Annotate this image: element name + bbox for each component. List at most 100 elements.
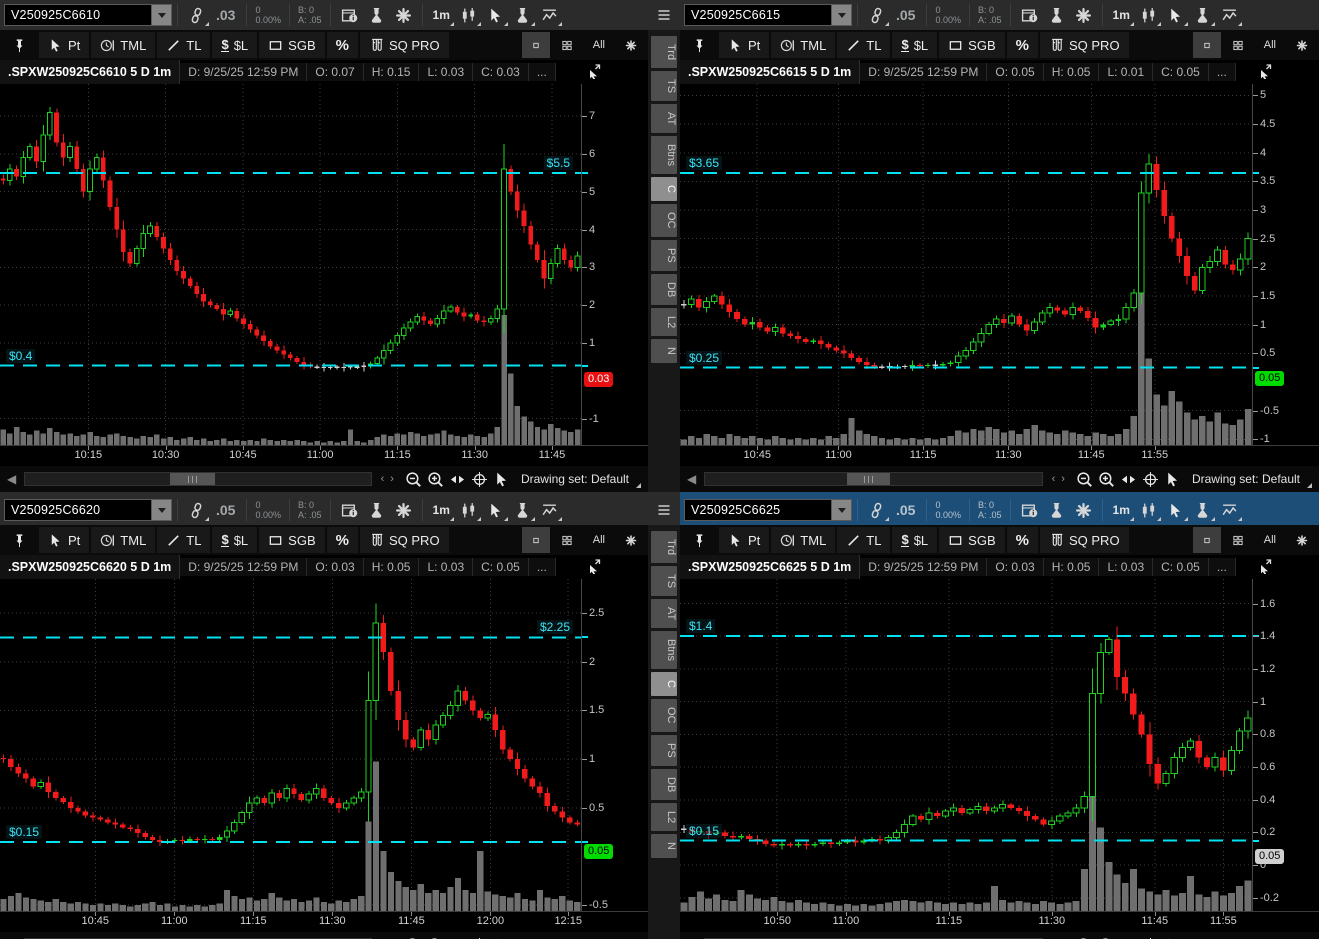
studies-flask-button[interactable] (509, 2, 536, 28)
sidebar-tab-db[interactable]: DB (651, 274, 677, 305)
chart-type-button[interactable] (1135, 497, 1162, 523)
pointer-tool-button[interactable]: Pt (39, 32, 89, 58)
grid-layout-button[interactable] (552, 32, 582, 58)
all-button[interactable]: All (1255, 32, 1285, 58)
sidebar-tab-ps[interactable]: PS (651, 735, 677, 766)
panel-menu-icon[interactable] (648, 495, 680, 525)
price-level-tool-button[interactable]: $$L (212, 527, 257, 553)
chart-type-button[interactable] (455, 497, 482, 523)
pan-arrows[interactable]: ‹› (377, 473, 400, 485)
candlestick-chart[interactable]: $5.5$0.4 (0, 84, 582, 445)
cursor-mode-icon[interactable] (1257, 558, 1273, 577)
symbol-input[interactable]: V250925C6615 (684, 4, 832, 26)
settings-star-icon[interactable] (1070, 2, 1097, 28)
all-button[interactable]: All (1255, 527, 1285, 553)
interval-button[interactable]: 1m (1108, 497, 1135, 523)
symbol-input[interactable]: V250925C6625 (684, 499, 832, 521)
interval-button[interactable]: 1m (428, 497, 455, 523)
sq-pro-button[interactable]: SQ PRO (360, 32, 449, 58)
all-button[interactable]: All (584, 527, 614, 553)
resize-corner-icon[interactable] (636, 483, 641, 488)
zoom-in-icon[interactable] (427, 471, 444, 488)
link-chain-icon[interactable] (863, 2, 890, 28)
percent-tool-button[interactable]: % (1007, 527, 1038, 553)
timeline-tool-button[interactable]: TML (91, 527, 155, 553)
trendline-tool-button[interactable]: TL (157, 527, 210, 553)
time-axis[interactable]: 10:4511:0011:1511:3011:4512:0012:15 (0, 912, 648, 932)
all-button[interactable]: All (584, 32, 614, 58)
price-level-tool-button[interactable]: $$L (892, 527, 937, 553)
link-chain-icon[interactable] (183, 2, 210, 28)
sidebar-tab-l2[interactable]: L2 (651, 803, 677, 831)
scroll-left-arrow[interactable]: ◀ (4, 472, 19, 486)
studies-flask-button[interactable] (1189, 497, 1216, 523)
grid-layout-button[interactable] (1223, 527, 1253, 553)
sgb-tool-button[interactable]: SGB (259, 527, 324, 553)
interval-button[interactable]: 1m (1108, 2, 1135, 28)
price-level-tool-button[interactable]: $$L (892, 32, 937, 58)
sq-pro-button[interactable]: SQ PRO (360, 527, 449, 553)
timeline-tool-button[interactable]: TML (91, 32, 155, 58)
zoom-out-icon[interactable] (1076, 471, 1093, 488)
drawing-set-label[interactable]: Drawing set: Default (1192, 472, 1300, 486)
grid-layout-button[interactable] (552, 527, 582, 553)
sq-pro-button[interactable]: SQ PRO (1040, 527, 1129, 553)
symbol-dropdown-button[interactable] (832, 499, 852, 521)
sidebar-tab-ts[interactable]: TS (651, 71, 677, 101)
time-axis[interactable]: 10:1510:3010:4511:0011:1511:3011:45 (0, 446, 648, 466)
sgb-tool-button[interactable]: SGB (939, 527, 1004, 553)
studies-flask-button[interactable] (1189, 2, 1216, 28)
toolbar-settings-button[interactable] (616, 32, 646, 58)
link-chain-icon[interactable] (863, 497, 890, 523)
symbol-dropdown-button[interactable] (152, 4, 172, 26)
sidebar-tab-at[interactable]: AT (651, 104, 677, 133)
price-axis[interactable]: -0.50.511.522.50.05 (582, 579, 648, 911)
chart-scrollbar[interactable] (24, 472, 371, 486)
symbol-input[interactable]: V250925C6610 (4, 4, 152, 26)
pan-arrows[interactable]: ‹› (1048, 473, 1071, 485)
price-axis[interactable]: -112345670.03 (582, 84, 648, 445)
timeline-tool-button[interactable]: TML (771, 527, 835, 553)
trendline-tool-button[interactable]: TL (837, 527, 890, 553)
pointer-tool-button[interactable]: Pt (39, 527, 89, 553)
sidebar-tab-db[interactable]: DB (651, 769, 677, 800)
flask-icon[interactable] (1043, 497, 1070, 523)
sidebar-tab-at[interactable]: AT (651, 599, 677, 628)
single-panel-button[interactable] (1193, 32, 1221, 58)
sidebar-tab-ts[interactable]: TS (651, 566, 677, 596)
grid-layout-button[interactable] (1223, 32, 1253, 58)
studies-flask-button[interactable] (509, 497, 536, 523)
cursor-mode-icon[interactable] (1257, 63, 1273, 82)
toolbar-settings-button[interactable] (616, 527, 646, 553)
calendar-info-icon[interactable] (336, 497, 363, 523)
price-axis[interactable]: -0.200.20.40.60.811.21.41.60.05 (1253, 579, 1319, 911)
drawing-set-label[interactable]: Drawing set: Default (521, 472, 629, 486)
percent-tool-button[interactable]: % (327, 32, 358, 58)
pin-icon[interactable] (2, 32, 37, 58)
sidebar-tab-trd[interactable]: Trd (651, 36, 677, 68)
crosshair-icon[interactable] (1142, 471, 1159, 488)
pointer-icon[interactable] (1164, 471, 1181, 488)
header-more[interactable]: ... (529, 558, 556, 576)
single-panel-button[interactable] (522, 527, 550, 553)
scroll-left-arrow[interactable]: ◀ (684, 472, 699, 486)
interval-button[interactable]: 1m (428, 2, 455, 28)
pin-icon[interactable] (2, 527, 37, 553)
calendar-info-icon[interactable] (336, 2, 363, 28)
panel-menu-icon[interactable] (648, 0, 680, 30)
price-axis[interactable]: -1-0.50.511.522.533.544.550.05 (1253, 84, 1319, 445)
sidebar-tab-l2[interactable]: L2 (651, 308, 677, 336)
settings-star-icon[interactable] (1070, 497, 1097, 523)
price-level-tool-button[interactable]: $$L (212, 32, 257, 58)
scrollbar-thumb[interactable] (170, 473, 215, 485)
sidebar-tab-c[interactable]: C (651, 672, 677, 696)
symbol-input[interactable]: V250925C6620 (4, 499, 152, 521)
auto-scale-icon[interactable] (1120, 471, 1137, 488)
single-panel-button[interactable] (1193, 527, 1221, 553)
calendar-info-icon[interactable] (1016, 497, 1043, 523)
patterns-button[interactable] (1216, 2, 1243, 28)
cursor-tool-button[interactable] (1162, 497, 1189, 523)
candlestick-chart[interactable]: $2.25$0.15 (0, 579, 582, 911)
zoom-in-icon[interactable] (1098, 471, 1115, 488)
flask-icon[interactable] (363, 497, 390, 523)
